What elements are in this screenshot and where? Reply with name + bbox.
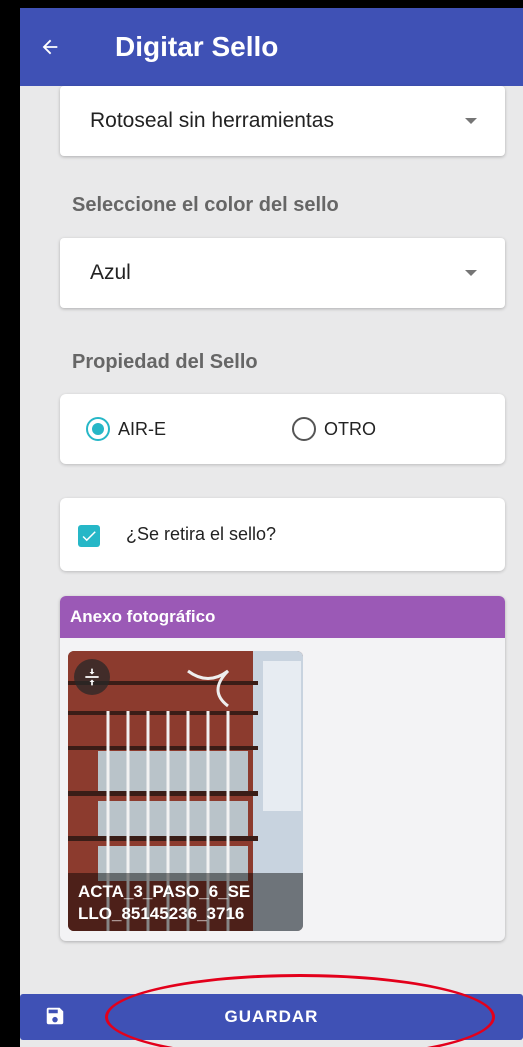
seal-type-value: Rotoseal sin herramientas bbox=[90, 109, 334, 132]
form-scroll-area[interactable]: Rotoseal sin herramientas Seleccione el … bbox=[20, 86, 523, 956]
save-button-label: GUARDAR bbox=[224, 1007, 319, 1026]
seal-ownership-label: Propiedad del Sello bbox=[72, 351, 258, 373]
app-bar: Digitar Sello bbox=[20, 8, 523, 86]
radio-air-e[interactable]: AIR-E bbox=[86, 417, 166, 441]
ownership-radio-group: AIR-E OTRO bbox=[60, 394, 505, 464]
radio-selected-icon bbox=[86, 417, 110, 441]
frame-top bbox=[0, 0, 523, 8]
radio-otro[interactable]: OTRO bbox=[292, 417, 376, 441]
seal-removal-label: ¿Se retira el sello? bbox=[126, 524, 277, 544]
radio-air-e-label: AIR-E bbox=[118, 418, 167, 439]
photo-annex-card: Anexo fotográfico ACTA_3_PASO_6_SE LLO_8… bbox=[60, 596, 505, 941]
photo-thumbnail[interactable]: ACTA_3_PASO_6_SE LLO_85145236_3716 bbox=[68, 651, 303, 931]
page-title: Digitar Sello bbox=[115, 31, 279, 62]
seal-removal-card: ¿Se retira el sello? bbox=[60, 498, 505, 571]
annex-header: Anexo fotográfico bbox=[60, 596, 505, 638]
dropdown-arrow-icon bbox=[465, 270, 477, 276]
save-button[interactable]: GUARDAR bbox=[20, 994, 523, 1040]
photo-caption-line1: ACTA_3_PASO_6_SE bbox=[78, 882, 251, 901]
back-button[interactable] bbox=[20, 8, 80, 86]
frame-left bbox=[0, 0, 20, 1047]
compress-button[interactable] bbox=[74, 659, 110, 695]
app-screen: Digitar Sello Rotoseal sin herramientas … bbox=[20, 8, 523, 1047]
radio-unselected-icon bbox=[292, 417, 316, 441]
seal-type-select[interactable]: Rotoseal sin herramientas bbox=[60, 86, 505, 156]
photo-caption: ACTA_3_PASO_6_SE LLO_85145236_3716 bbox=[68, 873, 303, 931]
seal-color-label: Seleccione el color del sello bbox=[72, 194, 339, 216]
seal-color-value: Azul bbox=[90, 261, 131, 284]
arrow-back-icon bbox=[42, 39, 58, 55]
bottom-bar: GUARDAR bbox=[20, 956, 523, 1047]
compress-icon bbox=[85, 668, 99, 686]
radio-otro-label: OTRO bbox=[324, 418, 376, 439]
save-icon bbox=[46, 1007, 64, 1025]
seal-removal-checkbox[interactable] bbox=[78, 525, 100, 547]
photo-caption-line2: LLO_85145236_3716 bbox=[78, 904, 245, 923]
seal-color-select[interactable]: Azul bbox=[60, 238, 505, 308]
check-icon bbox=[82, 531, 96, 542]
dropdown-arrow-icon bbox=[465, 118, 477, 124]
